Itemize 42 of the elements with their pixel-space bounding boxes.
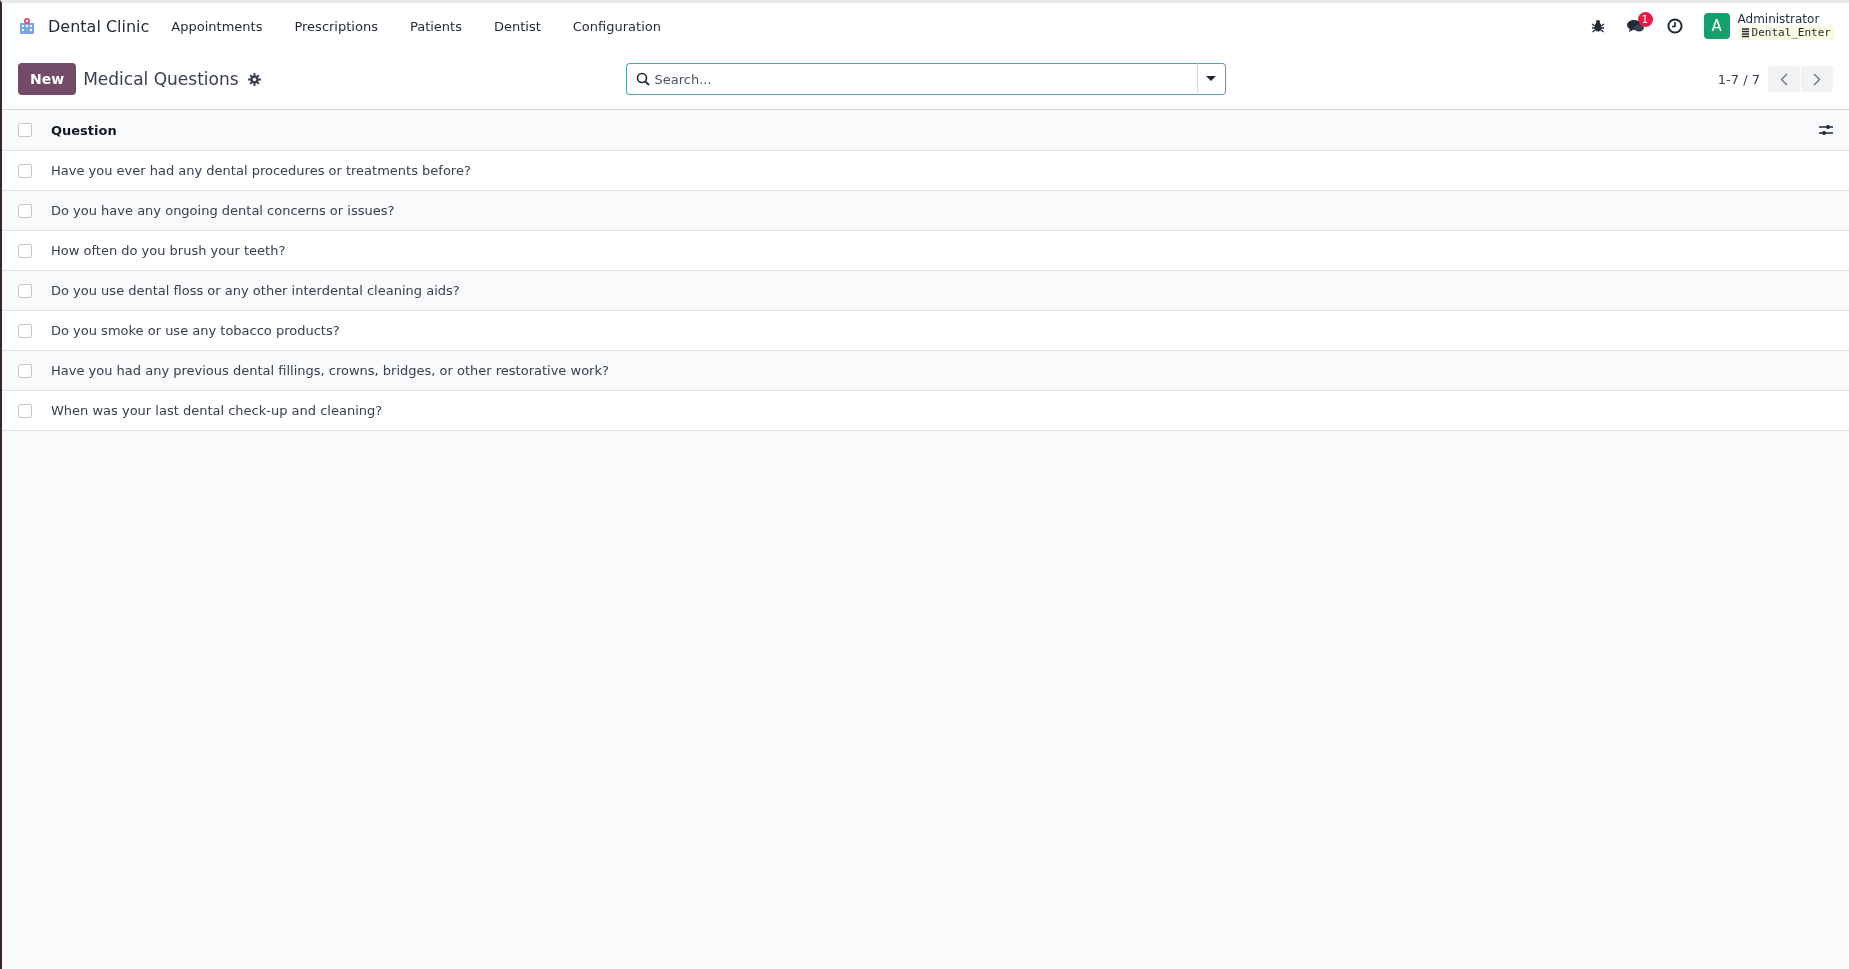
new-button[interactable]: New [18,63,77,95]
checkbox[interactable] [18,203,32,218]
table-cell[interactable]: When was your last dental check-up and cleaning? [51,403,383,418]
notification-badge: 1 [1637,12,1653,27]
app-name[interactable]: Dental Clinic [48,16,150,36]
checkbox[interactable] [18,163,32,178]
checkbox[interactable] [18,243,32,258]
checkbox[interactable] [18,323,32,338]
pager-counter[interactable]: 1-7 / 7 [1717,71,1760,87]
checkbox[interactable] [18,123,32,137]
checkbox[interactable] [18,283,32,298]
user-name: Administrator [1737,12,1821,26]
chevron-left-icon [1780,72,1788,86]
menu-item[interactable]: Configuration [562,18,671,34]
gear-icon[interactable] [247,72,261,86]
column-header[interactable]: Question [51,122,1819,138]
database-icon [1741,28,1749,38]
menu-item[interactable]: Prescriptions [284,18,388,34]
clinic-building-icon[interactable] [18,17,36,35]
table-cell[interactable]: Have you ever had any dental procedures or treatments before? [51,163,471,178]
bug-icon[interactable] [1590,19,1605,33]
table-cell[interactable]: Do you smoke or use any tobacco products? [51,323,340,338]
menu-item[interactable]: Patients [399,18,472,34]
next-page-button[interactable] [1801,66,1833,92]
database-label: Dental_Enter [1737,26,1835,40]
caret-icon [1206,76,1216,82]
previous-page-button[interactable] [1768,66,1800,92]
checkbox[interactable] [18,403,32,418]
search-icon [635,72,650,86]
menu-item[interactable]: Dentist [483,18,551,34]
checkbox[interactable] [18,363,32,378]
page-title: Medical Questions [83,69,239,89]
search-field[interactable]: Search... [625,63,1198,95]
column-settings-icon[interactable] [1819,124,1833,136]
chevron-right-icon [1813,72,1821,86]
filter-dropdown-toggle[interactable] [1197,63,1226,95]
table-cell[interactable]: Do you have any ongoing dental concerns or issues? [51,203,395,218]
clock-icon[interactable] [1666,18,1683,34]
table-cell[interactable]: Do you use dental floss or any other interdental cleaning aids? [51,283,460,298]
table-cell[interactable]: How often do you brush your teeth? [51,243,286,258]
menu-item[interactable]: Appointments [161,18,273,34]
table-cell[interactable]: Have you had any previous dental fillings, crowns, bridges, or other restorative work? [51,363,609,378]
